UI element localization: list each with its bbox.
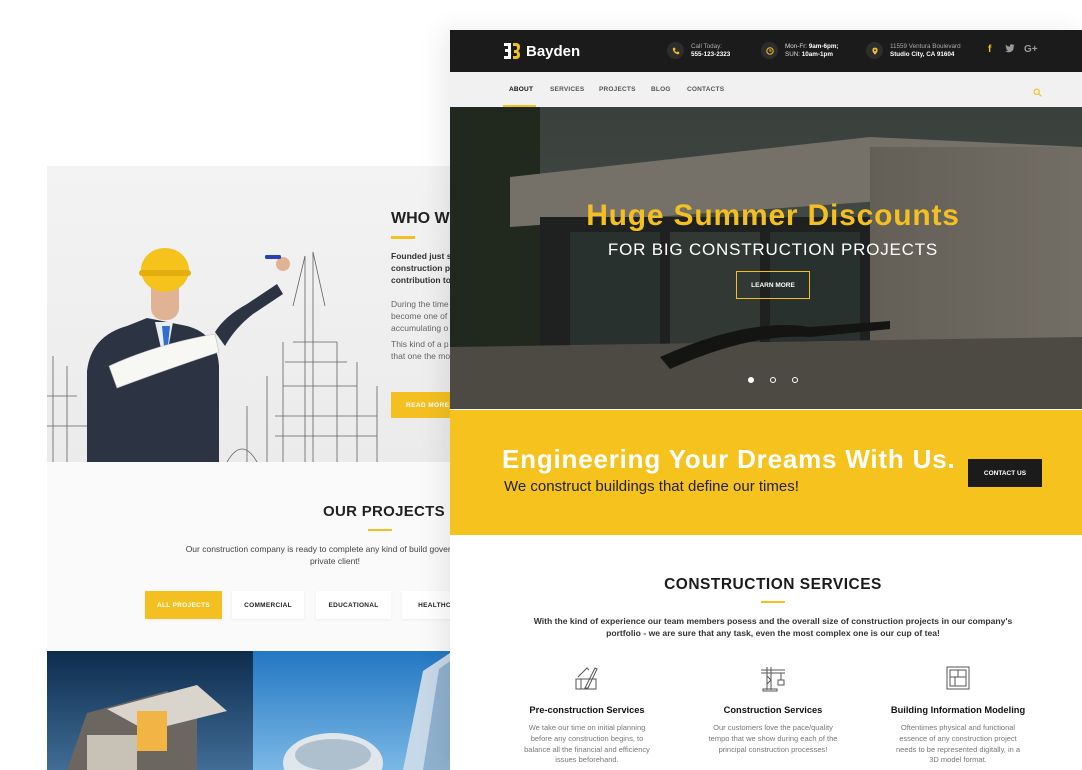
cta-band: Engineering Your Dreams With Us. We cons… (450, 410, 1082, 535)
site-logo[interactable]: Bayden (503, 41, 580, 61)
cta-title: Engineering Your Dreams With Us. (502, 444, 956, 474)
contact-address[interactable]: 11559 Ventura Boulevard Studio City, CA … (866, 42, 961, 59)
filter-educational[interactable]: EDUCATIONAL (316, 591, 391, 619)
nav-projects[interactable]: PROJECTS (599, 86, 636, 93)
google-plus-icon[interactable]: G+ (1024, 44, 1038, 55)
service-card-construction[interactable]: Construction Services Our customers love… (683, 664, 863, 755)
nav-active-indicator (503, 105, 536, 107)
twitter-icon[interactable] (1005, 44, 1015, 55)
hours-sunday-label: SUN: (785, 50, 802, 58)
service-text: We take our time on initial planning bef… (524, 723, 650, 765)
service-card-preconstruction[interactable]: Pre-construction Services We take our ti… (497, 664, 677, 766)
phone-icon (667, 42, 684, 59)
nav-about[interactable]: ABOUT (509, 86, 533, 93)
contact-hours: Mon-Fr: 9am-6pm; SUN: 10am-1pm (761, 42, 839, 59)
services-heading: CONSTRUCTION SERVICES (664, 576, 882, 593)
main-navigation: ABOUT SERVICES PROJECTS BLOG CONTACTS (450, 72, 1082, 107)
service-text: Our customers love the pace/quality temp… (708, 723, 838, 754)
slider-dot-1[interactable] (748, 377, 754, 383)
nav-blog[interactable]: BLOG (651, 86, 671, 93)
hours-sunday: 10am-1pm (801, 50, 833, 58)
floor-plan-icon (946, 666, 970, 690)
blueprint-tools-icon (575, 667, 598, 690)
filter-all-projects[interactable]: ALL PROJECTS (145, 591, 222, 619)
service-title: Construction Services (723, 705, 823, 715)
heading-divider (391, 236, 415, 239)
project-thumbnail[interactable] (253, 651, 467, 770)
contact-us-button[interactable]: CONTACT US (968, 459, 1042, 487)
background-page-preview: WHO W Founded just s construction p cont… (47, 166, 467, 770)
project-thumbnail[interactable] (47, 651, 253, 770)
who-we-are-heading: WHO W (391, 210, 450, 227)
hero-subtitle: FOR BIG CONSTRUCTION PROJECTS (607, 240, 939, 259)
our-projects-text: Our construction company is ready to com… (185, 544, 467, 566)
cta-subtitle: We construct buildings that define our t… (504, 478, 799, 495)
hours-weekday: 9am-6pm; (808, 42, 839, 50)
nav-services[interactable]: SERVICES (550, 86, 584, 93)
website-preview: Bayden Call Today: 555-123-2323 Mon-Fr: … (450, 30, 1082, 770)
filter-commercial[interactable]: COMMERCIAL (232, 591, 304, 619)
service-title: Building Information Modeling (890, 705, 1026, 715)
phone-number: 555-123-2323 (691, 50, 731, 58)
crane-icon (761, 667, 785, 692)
slider-dot-2[interactable] (770, 377, 776, 383)
heading-divider (761, 601, 785, 603)
slider-dot-3[interactable] (792, 377, 798, 383)
contact-phone[interactable]: Call Today: 555-123-2323 (667, 42, 730, 59)
logo-text: Bayden (526, 42, 581, 60)
bayden-logo-icon (504, 43, 520, 59)
learn-more-button[interactable]: LEARN MORE (736, 271, 810, 299)
location-pin-icon (866, 42, 883, 59)
service-title: Pre-construction Services (529, 705, 645, 715)
address-line-1: 11559 Ventura Boulevard (890, 42, 961, 50)
services-intro: With the kind of experience our team mem… (533, 616, 1013, 638)
service-card-bim[interactable]: Building Information Modeling Oftentimes… (868, 664, 1048, 766)
top-info-bar: Bayden Call Today: 555-123-2323 Mon-Fr: … (450, 30, 1082, 72)
clock-icon (761, 42, 778, 59)
address-line-2: Studio City, CA 91604 (890, 50, 955, 58)
phone-label: Call Today: (691, 42, 723, 50)
hero-slider: Huge Summer Discounts FOR BIG CONSTRUCTI… (450, 107, 1082, 409)
hero-title: Huge Summer Discounts (586, 199, 960, 232)
heading-divider (368, 529, 392, 531)
facebook-icon[interactable]: f (988, 44, 991, 55)
search-icon[interactable] (1033, 84, 1042, 102)
hours-weekday-label: Mon-Fr: (785, 42, 809, 50)
service-text: Oftentimes physical and functional essen… (895, 723, 1021, 765)
nav-contacts[interactable]: CONTACTS (687, 86, 724, 93)
our-projects-heading: OUR PROJECTS (323, 503, 445, 520)
